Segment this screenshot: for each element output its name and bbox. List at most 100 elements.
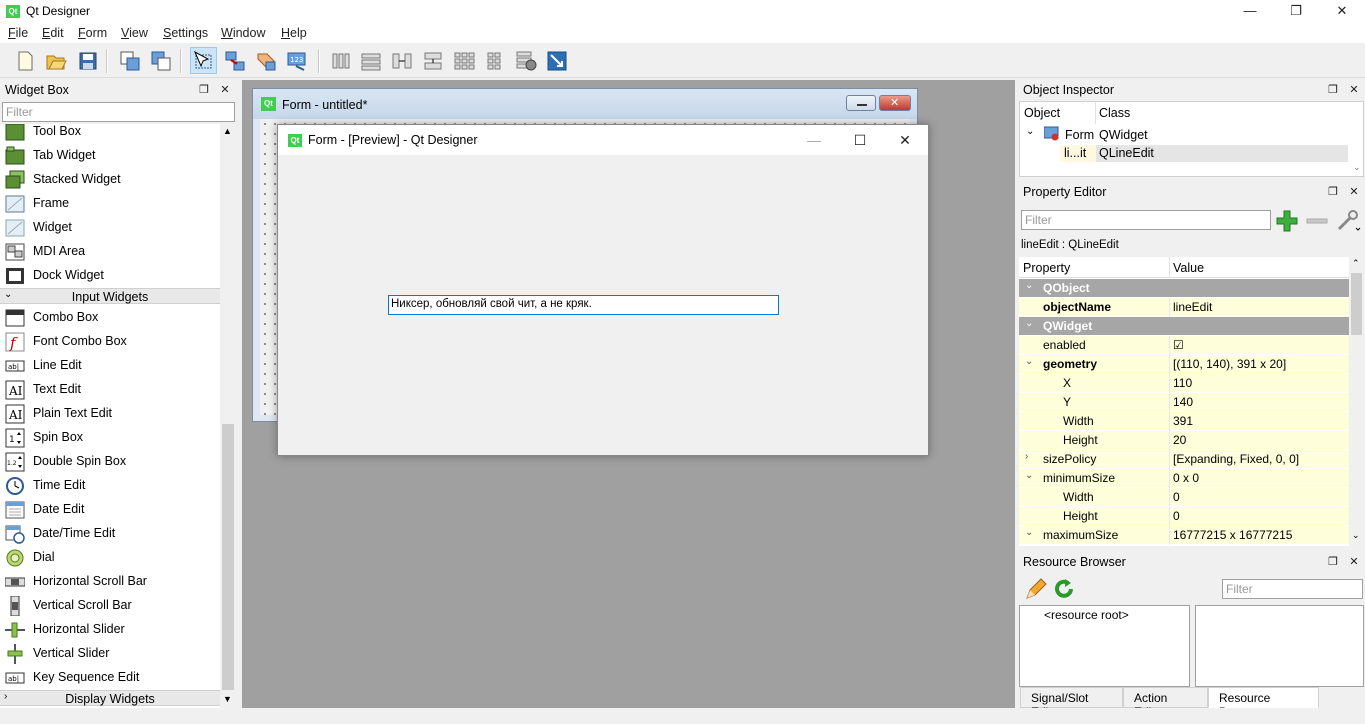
lay-out-grid-button[interactable] <box>450 47 477 74</box>
menu-view[interactable]: View <box>121 26 148 40</box>
property-value[interactable]: ☑ <box>1173 338 1184 352</box>
category-display-widgets[interactable]: › Display Widgets <box>0 690 220 706</box>
property-value[interactable]: lineEdit <box>1173 300 1212 314</box>
widget-item-combo-box[interactable]: Combo Box <box>0 306 220 330</box>
adjust-size-button[interactable] <box>543 47 570 74</box>
property-value[interactable]: 0 <box>1173 490 1180 504</box>
minimize-button[interactable]: — <box>1227 0 1273 23</box>
scroll-up-icon[interactable]: ▲ <box>223 126 232 136</box>
property-table[interactable]: Property Value QObject ⌄ objectName lineEdi… <box>1019 257 1349 546</box>
property-value[interactable]: 16777215 x 16777215 <box>1173 528 1292 542</box>
widget-box-scrollbar[interactable]: ▲ ▼ <box>220 124 236 708</box>
column-class-header[interactable]: Class <box>1099 106 1130 120</box>
save-form-button[interactable] <box>74 47 101 74</box>
lay-out-vertically-button[interactable] <box>357 47 384 74</box>
widget-item-dock-widget[interactable]: Dock Widget <box>0 264 220 288</box>
property-row[interactable]: X 110 <box>1019 374 1349 393</box>
property-value[interactable]: 140 <box>1173 395 1193 409</box>
widget-box-filter-input[interactable]: Filter <box>2 102 235 122</box>
scroll-up-icon[interactable]: ⌃ <box>1352 258 1360 269</box>
column-value-header[interactable]: Value <box>1173 261 1204 275</box>
widget-item-spin-box[interactable]: 1 Spin Box <box>0 426 220 450</box>
property-value[interactable]: 0 <box>1173 509 1180 523</box>
edit-tab-order-button[interactable]: 123 <box>283 47 310 74</box>
send-to-back-button[interactable] <box>147 47 174 74</box>
preview-close-button[interactable]: ✕ <box>882 125 928 155</box>
edit-signals-slots-button[interactable] <box>221 47 248 74</box>
close-icon[interactable]: ✕ <box>218 83 232 97</box>
new-form-button[interactable] <box>11 47 38 74</box>
category-input-widgets[interactable]: ⌄ Input Widgets <box>0 288 220 304</box>
tree-object-form[interactable]: Form <box>1065 128 1094 142</box>
float-icon[interactable]: ❐ <box>1326 555 1340 569</box>
tab-resource-browser[interactable]: Resource Browser <box>1208 687 1319 719</box>
property-row[interactable]: minimumSize ⌄ 0 x 0 <box>1019 469 1349 488</box>
widget-item-plain-text-edit[interactable]: AI Plain Text Edit <box>0 402 220 426</box>
property-row[interactable]: geometry ⌄ [(110, 140), 391 x 20] <box>1019 355 1349 374</box>
lay-out-vertical-splitter-button[interactable] <box>419 47 446 74</box>
resource-tree[interactable]: <resource root> <box>1019 605 1190 687</box>
edit-widgets-button[interactable] <box>190 47 217 74</box>
widget-item-mdi-area[interactable]: MDI Area <box>0 240 220 264</box>
lay-out-horizontal-splitter-button[interactable] <box>388 47 415 74</box>
property-row[interactable]: QWidget ⌄ <box>1019 317 1349 336</box>
resource-filter-input[interactable]: Filter <box>1222 579 1363 599</box>
scroll-down-icon[interactable]: ⌄ <box>1352 530 1360 541</box>
form-minimize-button[interactable] <box>846 95 876 111</box>
break-layout-button[interactable] <box>512 47 539 74</box>
property-filter-input[interactable]: Filter <box>1021 210 1271 230</box>
property-value[interactable]: 110 <box>1173 376 1192 390</box>
chevron-down-icon[interactable]: ⌄ <box>1025 318 1033 329</box>
preview-line-edit[interactable]: Никсер, обновляй свой чит, а не кряк. <box>388 295 779 315</box>
close-icon[interactable]: ✕ <box>1347 185 1361 199</box>
widget-item-dial[interactable]: Dial <box>0 546 220 570</box>
widget-item-horizontal-scroll-bar[interactable]: Horizontal Scroll Bar <box>0 570 220 594</box>
menu-help[interactable]: Help <box>281 26 307 40</box>
close-icon[interactable]: ✕ <box>1347 83 1361 97</box>
add-dynamic-property-button[interactable] <box>1275 209 1299 233</box>
widget-item-horizontal-slider[interactable]: Horizontal Slider <box>0 618 220 642</box>
property-row[interactable]: maximumSize ⌄ 16777215 x 16777215 <box>1019 526 1349 545</box>
property-row[interactable]: enabled ☑ <box>1019 336 1349 355</box>
column-object-header[interactable]: Object <box>1024 106 1060 120</box>
property-row[interactable]: sizePolicy › [Expanding, Fixed, 0, 0] <box>1019 450 1349 469</box>
property-row[interactable]: Y 140 <box>1019 393 1349 412</box>
property-value[interactable]: 391 <box>1173 414 1193 428</box>
chevron-right-icon[interactable]: › <box>1025 451 1028 462</box>
lay-out-horizontally-button[interactable] <box>327 47 354 74</box>
widget-item-widget[interactable]: Widget <box>0 216 220 240</box>
preview-window[interactable]: Qt Form - [Preview] - Qt Designer — ☐ ✕ … <box>277 124 929 456</box>
widget-item-time-edit[interactable]: Time Edit <box>0 474 220 498</box>
widget-item-font-combo-box[interactable]: f Font Combo Box <box>0 330 220 354</box>
scrollbar-thumb[interactable] <box>222 424 234 690</box>
property-row[interactable]: Height 0 <box>1019 507 1349 526</box>
resource-list[interactable] <box>1195 605 1364 687</box>
property-row[interactable]: objectName lineEdit <box>1019 298 1349 317</box>
widget-item-date-edit[interactable]: Date Edit <box>0 498 220 522</box>
property-value[interactable]: 20 <box>1173 433 1186 447</box>
scroll-down-icon[interactable]: ▼ <box>223 694 232 704</box>
restore-button[interactable]: ❐ <box>1273 0 1319 23</box>
property-row[interactable]: QObject ⌄ <box>1019 279 1349 298</box>
scroll-down-icon[interactable]: ⌄ <box>1353 162 1361 173</box>
property-row[interactable]: Width 391 <box>1019 412 1349 431</box>
reload-resources-button[interactable] <box>1052 577 1076 601</box>
widget-item-frame[interactable]: Frame <box>0 192 220 216</box>
property-row[interactable]: Width 0 <box>1019 488 1349 507</box>
object-inspector-tree[interactable]: Object Class ⌄ Form QWidget li...it QLin… <box>1019 101 1364 177</box>
chevron-down-icon[interactable]: ⌄ <box>1025 527 1033 538</box>
widget-item-datetime-edit[interactable]: Date/Time Edit <box>0 522 220 546</box>
form-window-titlebar[interactable]: Qt Form - untitled* ✕ <box>253 89 917 119</box>
bring-to-front-button[interactable] <box>116 47 143 74</box>
tree-object-lineedit[interactable]: li...it <box>1064 146 1086 160</box>
chevron-down-icon[interactable]: ⌄ <box>1025 470 1033 481</box>
widget-item-vertical-scroll-bar[interactable]: Vertical Scroll Bar <box>0 594 220 618</box>
property-value[interactable]: [Expanding, Fixed, 0, 0] <box>1173 452 1299 466</box>
widget-item-double-spin-box[interactable]: 1.2 Double Spin Box <box>0 450 220 474</box>
chevron-down-icon[interactable]: ⌄ <box>1025 280 1033 291</box>
widget-item-vertical-slider[interactable]: Vertical Slider <box>0 642 220 666</box>
close-icon[interactable]: ✕ <box>1347 555 1361 569</box>
menu-settings[interactable]: Settings <box>163 26 208 40</box>
property-value[interactable]: [(110, 140), 391 x 20] <box>1173 357 1286 371</box>
chevron-down-icon[interactable]: ⌄ <box>1025 356 1033 367</box>
